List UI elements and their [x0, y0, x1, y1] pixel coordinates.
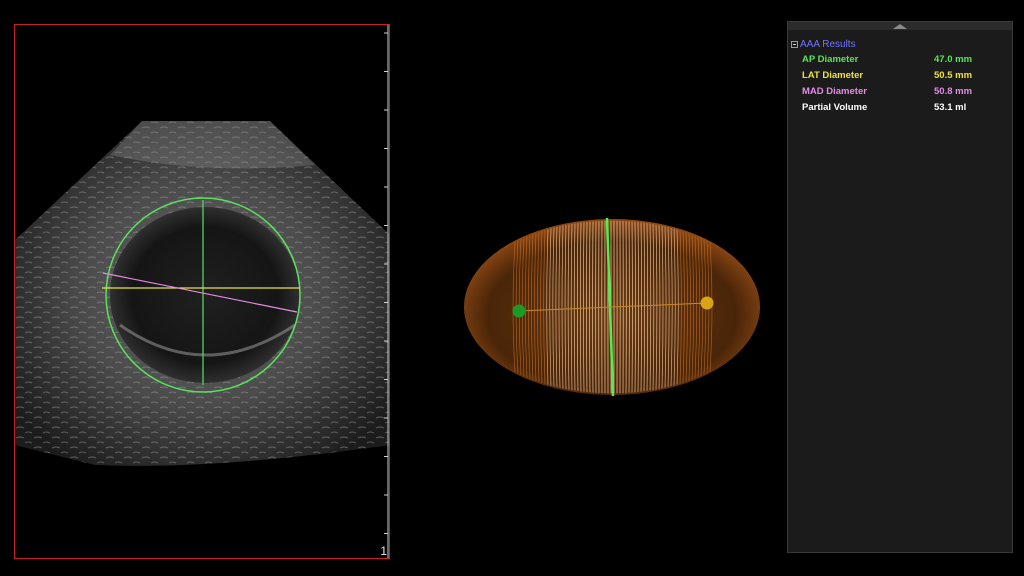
aaa-results-title: AAA Results [800, 39, 856, 50]
result-value: 50.5 mm [934, 70, 973, 81]
aaa-results-header[interactable]: AAA Results [791, 39, 856, 50]
result-value: 50.8 mm [934, 86, 973, 97]
result-label: Partial Volume [802, 102, 868, 113]
result-label: LAT Diameter [802, 70, 864, 81]
start-marker[interactable] [512, 304, 526, 318]
aorta-3d-reconstruction[interactable] [455, 205, 775, 405]
collapse-arrow-icon[interactable] [893, 24, 907, 29]
result-label: MAD Diameter [802, 86, 867, 97]
result-value: 47.0 mm [934, 54, 973, 65]
depth-ruler [384, 25, 389, 558]
end-marker[interactable] [700, 296, 714, 310]
collapse-toggle-icon[interactable] [791, 41, 798, 48]
frame-number: 1 [380, 544, 387, 558]
results-panel: AAA Results AP Diameter 47.0 mm LAT Diamet… [787, 21, 1013, 553]
panel-top-bar[interactable] [788, 22, 1012, 30]
ultrasound-viewport[interactable]: 1 [14, 24, 390, 559]
result-label: AP Diameter [802, 54, 859, 65]
aorta-lumen [110, 207, 300, 383]
ultrasound-image [15, 121, 389, 466]
result-value: 53.1 ml [934, 102, 967, 113]
